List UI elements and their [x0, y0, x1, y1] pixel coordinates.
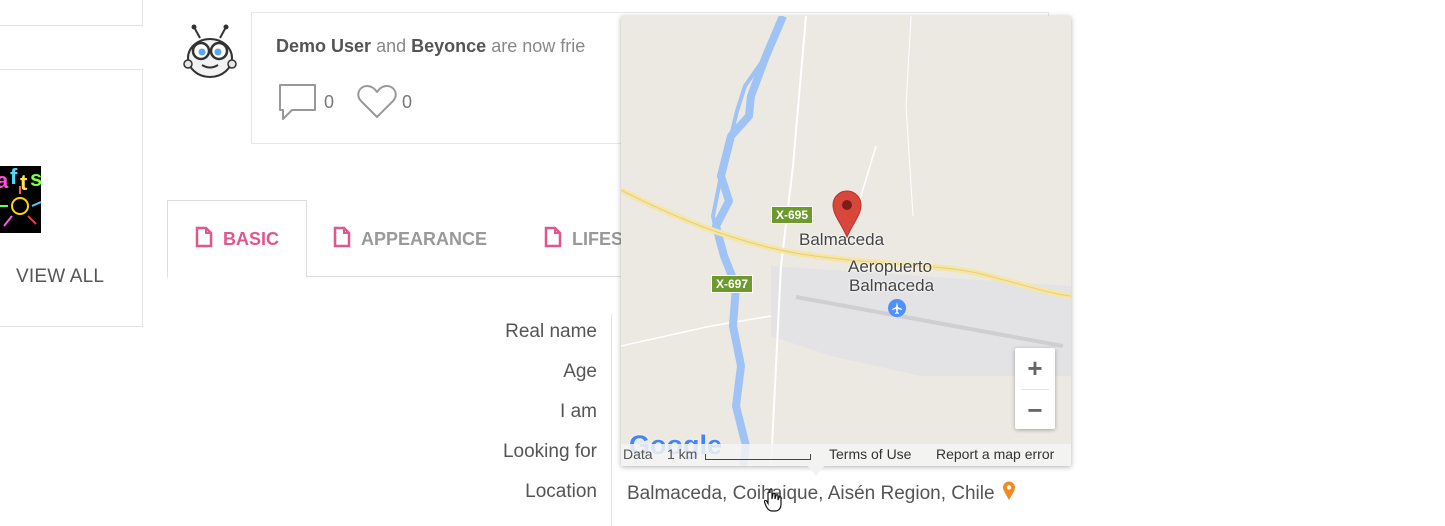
map-popup-pointer [806, 464, 826, 476]
map-airport-label-1: Aeropuerto [848, 257, 933, 276]
hand-cursor-icon [763, 488, 782, 517]
tab-lifestyle[interactable]: LIFES [544, 201, 623, 277]
map-airport-label-2: Balmaceda [849, 276, 935, 295]
tab-lifestyle-label: LIFES [572, 228, 624, 249]
label-location: Location [525, 481, 597, 502]
road-label-x697: X-697 [711, 275, 754, 293]
map-footer: Data 1 km Terms of Use Report a map erro… [621, 444, 1071, 466]
location-map[interactable]: X-695 X-697 Balmaceda Aeropuerto Balmace… [621, 16, 1071, 466]
zoom-out-button[interactable]: − [1015, 390, 1055, 430]
activity-user-link[interactable]: Demo User [276, 36, 371, 56]
map-scale-label[interactable]: 1 km [667, 446, 697, 462]
activity-connector: and [376, 36, 407, 56]
heart-icon[interactable] [357, 85, 397, 124]
label-real-name: Real name [505, 321, 597, 342]
label-age: Age [563, 361, 597, 382]
label-i-am: I am [560, 401, 597, 422]
label-looking-for: Looking for [502, 441, 597, 462]
document-icon [544, 226, 562, 253]
road-label-x695: X-695 [771, 206, 814, 224]
activity-suffix: are now frie [491, 36, 586, 56]
tab-appearance-label: APPEARANCE [361, 228, 488, 249]
view-all-link[interactable]: VIEW ALL [16, 266, 104, 288]
report-map-error-link[interactable]: Report a map error [936, 446, 1054, 462]
location-value[interactable]: Balmaceda, Coihaique, Aisén Region, Chil… [627, 481, 1016, 507]
terms-of-use-link[interactable]: Terms of Use [829, 446, 911, 462]
like-count: 0 [402, 92, 413, 112]
zoom-in-button[interactable]: + [1015, 348, 1055, 388]
document-icon [333, 226, 351, 253]
map-scale-bar[interactable] [705, 454, 811, 460]
location-pin-icon[interactable] [1002, 481, 1016, 507]
sidebar-box-top [0, 0, 143, 26]
comment-icon[interactable] [278, 83, 318, 126]
activity-message: Demo User and Beyonce are now frie [276, 36, 585, 57]
tab-appearance[interactable]: APPEARANCE [333, 201, 487, 277]
rows-divider [611, 314, 612, 526]
comment-count: 0 [324, 92, 335, 112]
document-icon [195, 226, 213, 253]
avatar[interactable] [180, 24, 240, 82]
location-text[interactable]: Balmaceda, Coihaique, Aisén Region, Chil… [627, 483, 995, 504]
activity-friend-link[interactable]: Beyonce [411, 36, 486, 56]
tab-basic[interactable]: BASIC [167, 200, 307, 278]
tab-basic-label: BASIC [222, 228, 279, 249]
member-thumbnail[interactable]: a f t s [0, 166, 41, 233]
map-data-credit[interactable]: Data [623, 446, 653, 462]
